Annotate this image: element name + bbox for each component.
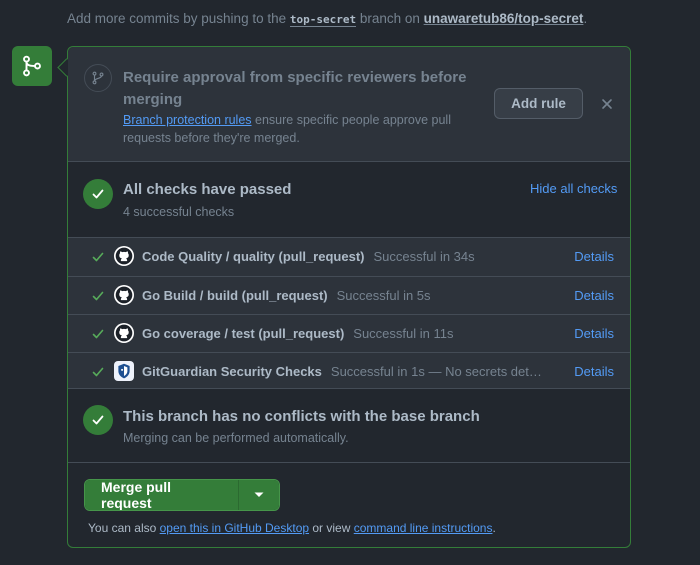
approval-title: Require approval from specific reviewers… (123, 69, 467, 108)
approval-section: Require approval from specific reviewers… (68, 47, 630, 162)
merge-button-group: Merge pull request (84, 479, 280, 511)
branch-icon (84, 64, 112, 92)
details-link[interactable]: Details (574, 364, 614, 379)
checks-title: All checks have passed (123, 181, 292, 198)
branch-name: top-secret (289, 13, 357, 27)
check-name: Go coverage / test (pull_request) (142, 326, 345, 341)
conflicts-subtitle: Merging can be performed automatically. (123, 431, 349, 445)
open-github-desktop-link[interactable]: open this in GitHub Desktop (160, 521, 309, 535)
check-icon (92, 329, 104, 339)
check-status: Successful in 1s — No secrets det… (330, 364, 542, 379)
github-icon (114, 323, 134, 343)
repo-link[interactable]: unawaretub86/top-secret (424, 11, 584, 26)
conflicts-title: This branch has no conflicts with the ba… (123, 408, 480, 425)
checks-subtitle: 4 successful checks (123, 205, 235, 219)
check-status: Successful in 34s (373, 249, 475, 264)
hide-all-checks-link[interactable]: Hide all checks (530, 181, 617, 196)
git-merge-icon (12, 46, 52, 86)
check-name: GitGuardian Security Checks (142, 364, 322, 379)
check-row: Go coverage / test (pull_request) Success… (68, 314, 630, 352)
merge-section: Merge pull request You can also open thi… (68, 463, 630, 549)
details-link[interactable]: Details (574, 249, 614, 264)
conflicts-section: This branch has no conflicts with the ba… (68, 389, 630, 463)
push-hint: Add more commits by pushing to the top-s… (67, 11, 588, 27)
gitguardian-icon (114, 361, 134, 381)
check-icon (92, 291, 104, 301)
close-icon[interactable] (598, 95, 616, 113)
add-rule-button[interactable]: Add rule (494, 88, 583, 119)
details-link[interactable]: Details (574, 288, 614, 303)
caret-down-icon (254, 492, 264, 497)
check-name: Go Build / build (pull_request) (142, 288, 328, 303)
approval-description: Branch protection rules ensure specific … (123, 113, 451, 145)
github-icon (114, 285, 134, 305)
check-row: GitGuardian Security Checks Successful in… (68, 352, 630, 390)
checks-section: All checks have passed 4 successful chec… (68, 162, 630, 238)
check-circle-icon (83, 405, 113, 435)
check-name: Code Quality / quality (pull_request) (142, 249, 365, 264)
merge-note: You can also open this in GitHub Desktop… (88, 521, 496, 535)
check-row: Go Build / build (pull_request) Successfu… (68, 276, 630, 314)
details-link[interactable]: Details (574, 326, 614, 341)
check-icon (92, 252, 104, 262)
check-icon (92, 367, 104, 377)
command-line-instructions-link[interactable]: command line instructions (354, 521, 493, 535)
check-status: Successful in 11s (353, 326, 454, 341)
merge-options-button[interactable] (238, 480, 279, 510)
merge-pull-request-button[interactable]: Merge pull request (85, 480, 238, 510)
branch-protection-link[interactable]: Branch protection rules (123, 113, 252, 127)
merge-box: Require approval from specific reviewers… (67, 46, 631, 548)
check-row: Code Quality / quality (pull_request) Suc… (68, 238, 630, 276)
check-status: Successful in 5s (336, 288, 431, 303)
check-circle-icon (83, 179, 113, 209)
checks-list: Code Quality / quality (pull_request) Suc… (68, 238, 630, 389)
github-icon (114, 246, 134, 266)
